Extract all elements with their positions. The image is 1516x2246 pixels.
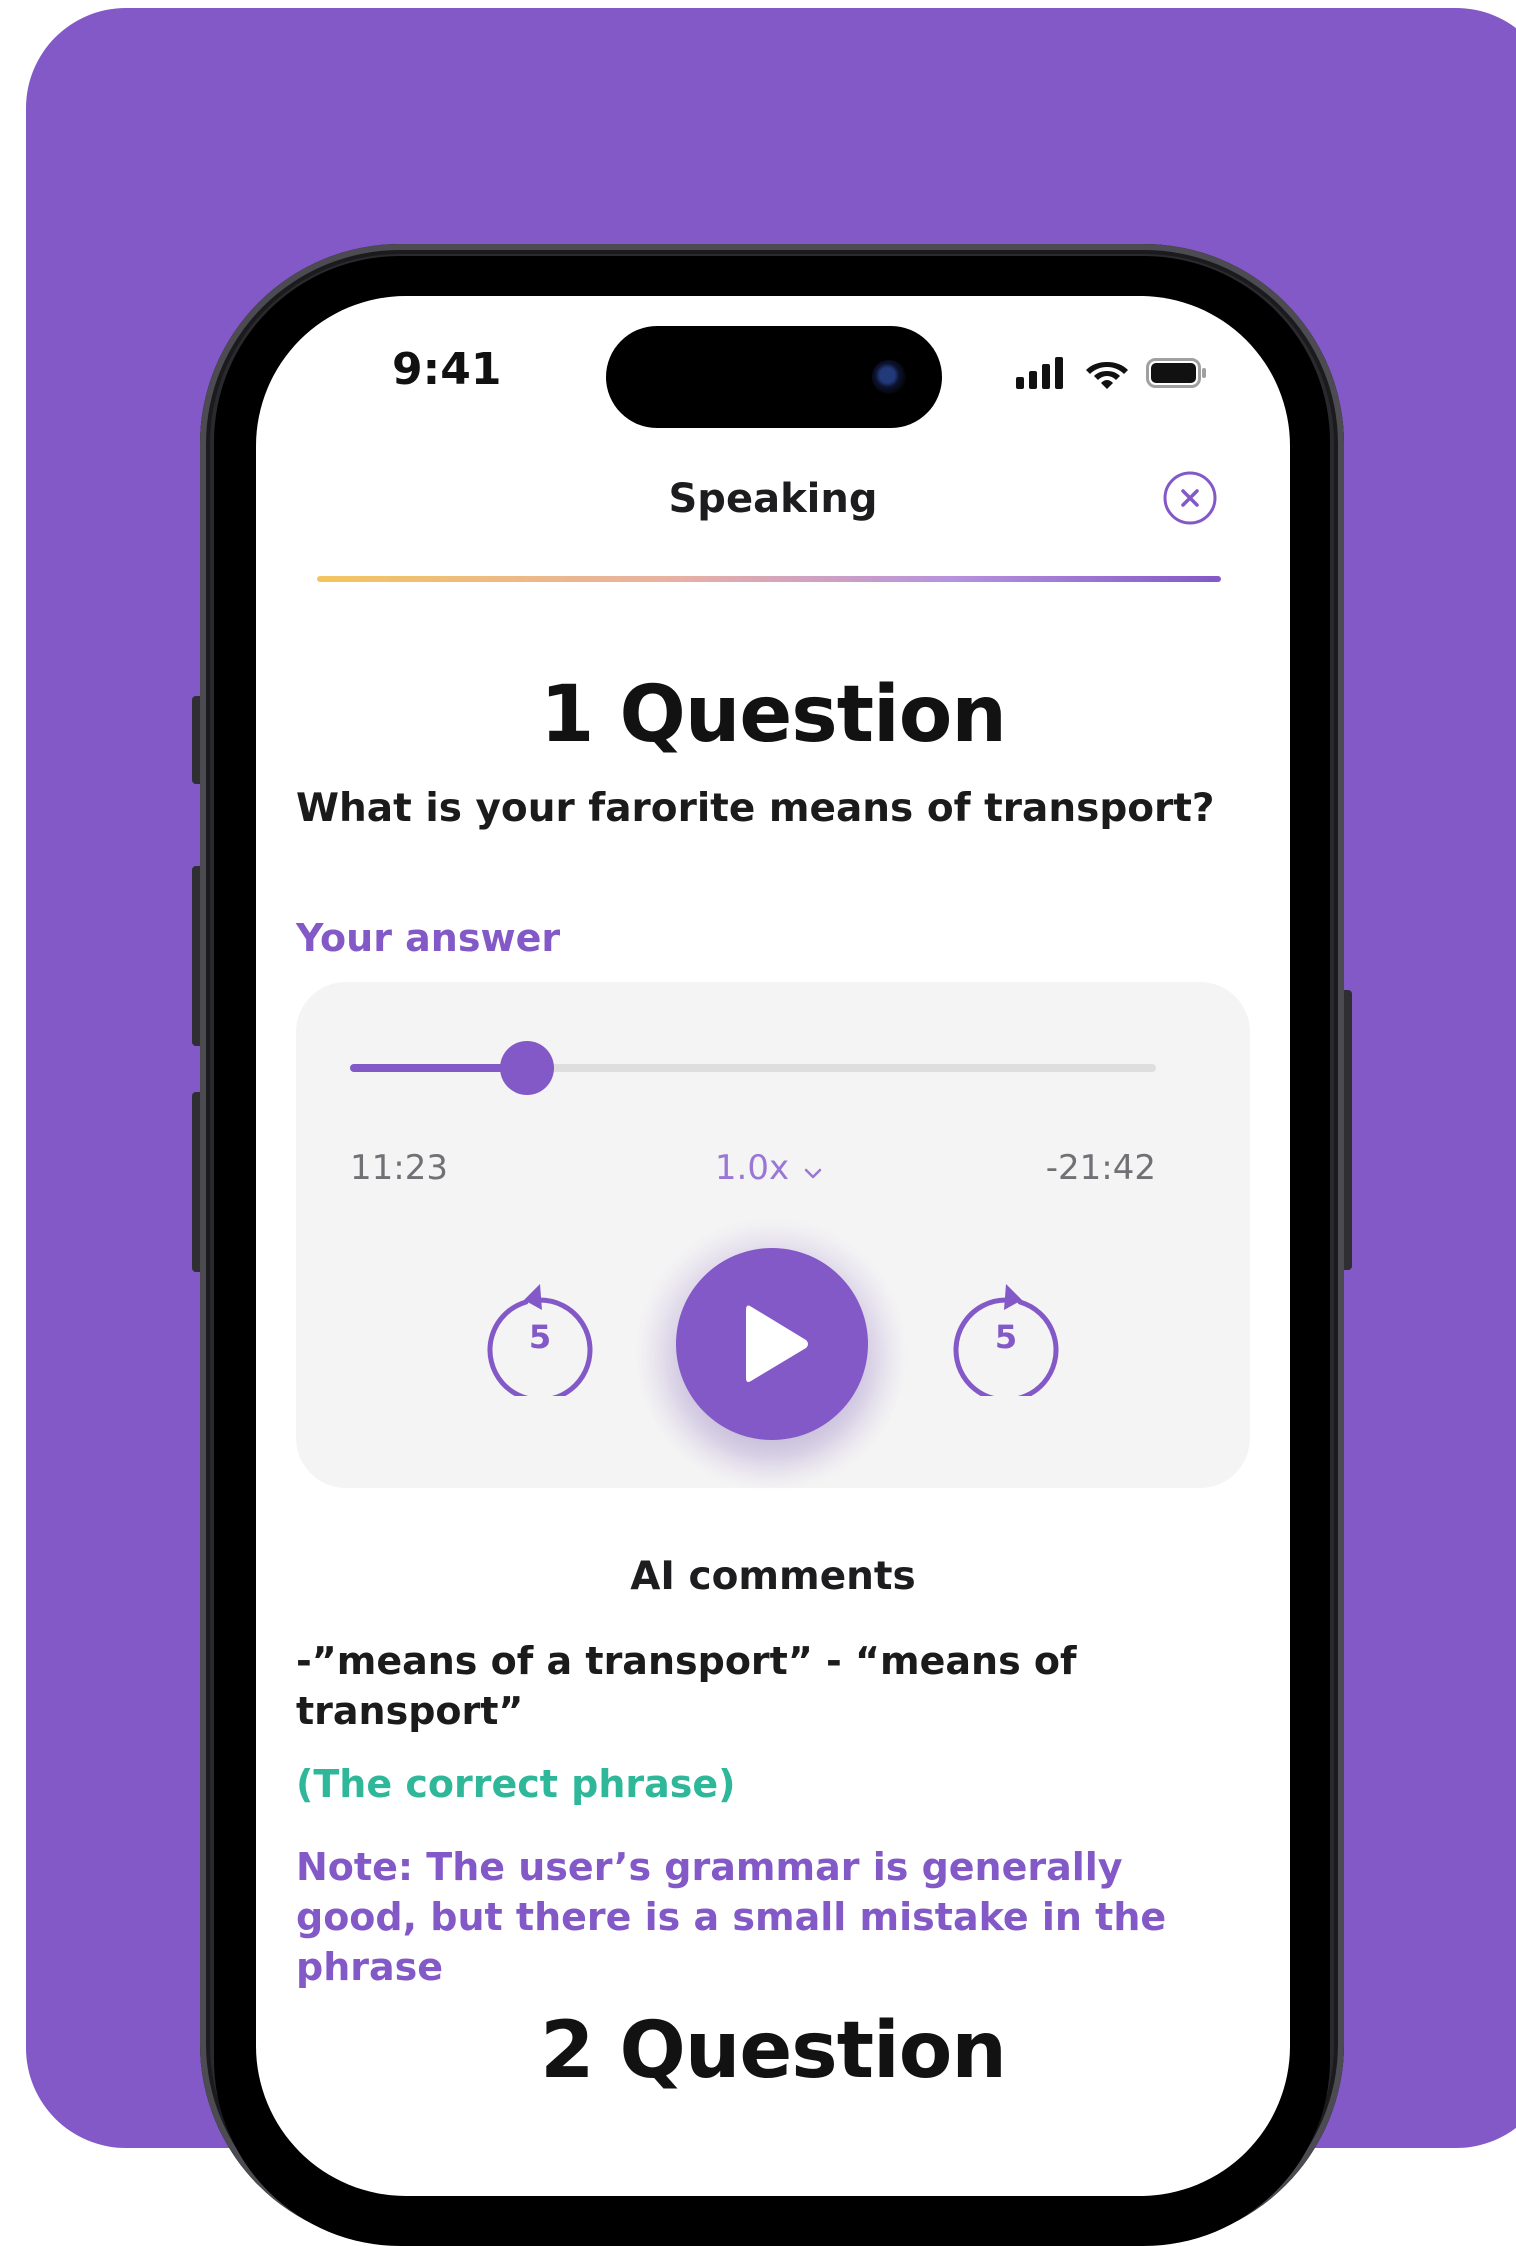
signal-icon [1016, 357, 1063, 389]
rewind-seconds: 5 [528, 1318, 552, 1356]
lesson-progress-bar [317, 576, 1221, 582]
question-2-title: 2 Question [540, 2006, 1007, 2096]
play-button[interactable] [676, 1248, 868, 1440]
forward-seconds: 5 [994, 1318, 1018, 1356]
status-time: 9:41 [392, 344, 502, 395]
close-icon [1163, 471, 1217, 525]
question-1-text: What is your farorite means of transport… [296, 786, 1215, 831]
audio-seek-bar[interactable] [350, 1041, 1156, 1095]
wifi-icon [1086, 362, 1128, 389]
seek-bar-thumb[interactable] [500, 1041, 555, 1095]
battery-icon [1146, 358, 1206, 388]
ai-comments-title: AI comments [630, 1554, 916, 1599]
remaining-time: -21:42 [1045, 1148, 1156, 1188]
rewind-5-button[interactable]: 5 [480, 1266, 600, 1403]
screen-title: Speaking [668, 476, 878, 522]
forward-5-button[interactable]: 5 [946, 1266, 1066, 1403]
ai-note: Note: The user’s grammar is generally go… [296, 1845, 1167, 1989]
play-icon [746, 1305, 808, 1382]
dynamic-island [606, 326, 942, 428]
playback-speed-value: 1.0x [714, 1148, 790, 1188]
ai-correct-label: (The correct phrase) [296, 1762, 736, 1806]
camera-icon [872, 360, 906, 394]
your-answer-label: Your answer [296, 916, 561, 960]
chevron-down-icon [803, 1150, 823, 1190]
question-1-title: 1 Question [540, 670, 1007, 760]
audio-player: 11:23 1.0x -21:42 5 5 [296, 982, 1250, 1488]
phone-screen: 9:41 Speaking 1 Question What is your fa… [256, 296, 1290, 2196]
close-button[interactable] [1162, 470, 1218, 526]
status-icons [1016, 356, 1208, 390]
ai-comment-text: -”means of a transport” - “means of tran… [296, 1639, 1077, 1733]
